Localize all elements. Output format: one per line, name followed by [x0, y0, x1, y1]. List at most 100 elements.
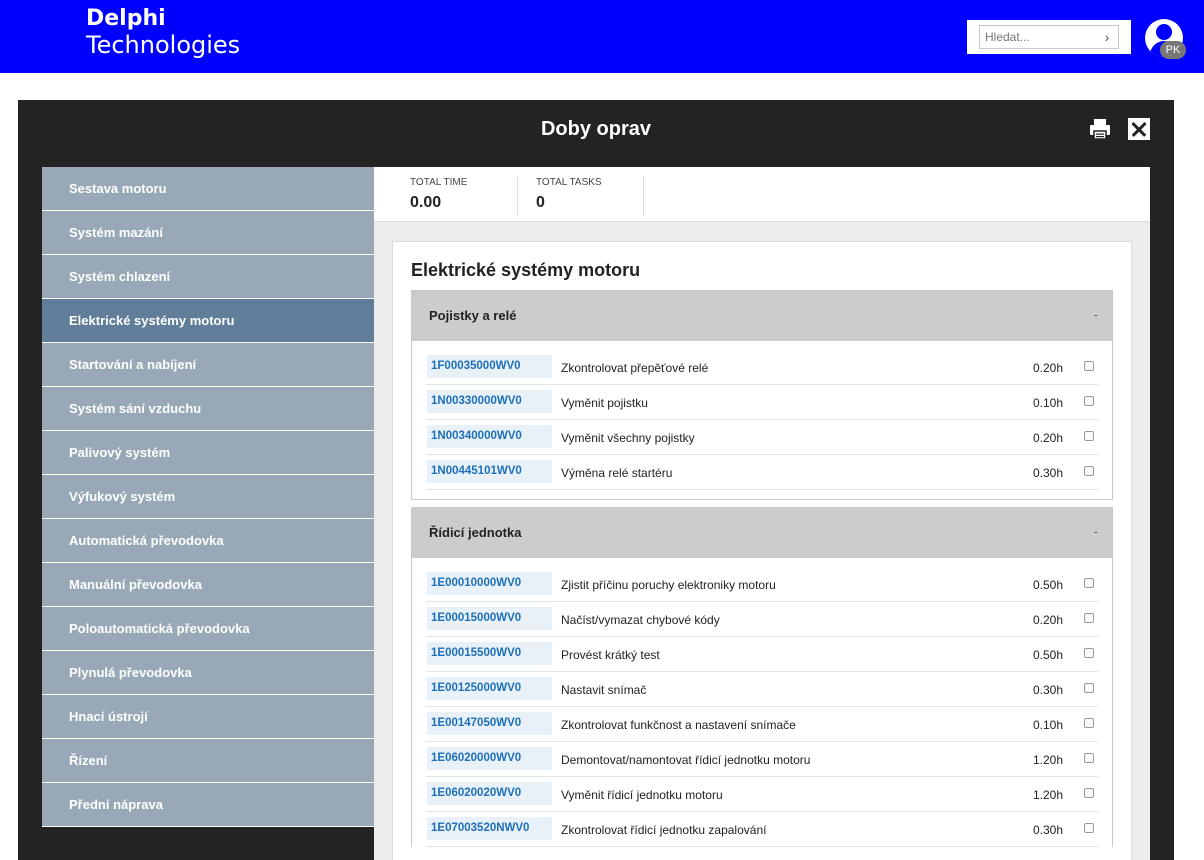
task-time: 0.20h: [1032, 613, 1063, 627]
task-checkbox[interactable]: [1084, 823, 1094, 833]
task-row: 1F00035000WV0 Zkontrolovat přepěťové rel…: [426, 350, 1098, 385]
task-row: 1E07003520NWV0 Zkontrolovat řídicí jedno…: [426, 812, 1098, 847]
sidebar-item-system-chlazeni[interactable]: Systém chlazení: [42, 255, 374, 299]
task-code[interactable]: 1N00340000WV0: [427, 425, 552, 448]
task-time: 1.20h: [1032, 788, 1063, 802]
printer-icon[interactable]: [1089, 118, 1111, 140]
logo-line1: Delphi: [86, 6, 166, 31]
task-description: Zkontrolovat funkčnost a nastavení sníma…: [561, 718, 796, 732]
task-description: Vyměnit řídicí jednotku motoru: [561, 788, 723, 802]
task-code[interactable]: 1E00015000WV0: [427, 607, 552, 630]
stat-divider: [643, 176, 644, 216]
task-row: 1E06020020WV0 Vyměnit řídicí jednotku mo…: [426, 777, 1098, 812]
task-row: 1N00445101WV0 Výměna relé startéru 0.30h: [426, 455, 1098, 490]
sidebar-item-vyfukovy-system[interactable]: Výfukový systém: [42, 475, 374, 519]
task-code[interactable]: 1E00125000WV0: [427, 677, 552, 700]
sidebar-item-system-mazani[interactable]: Systém mazání: [42, 211, 374, 255]
task-time: 0.20h: [1032, 431, 1063, 445]
task-code[interactable]: 1E06020020WV0: [427, 782, 552, 805]
task-time: 0.10h: [1032, 396, 1063, 410]
sidebar-item-sani-vzduchu[interactable]: Systém sání vzduchu: [42, 387, 374, 431]
sidebar-item-manualni-prevodovka[interactable]: Manuální převodovka: [42, 563, 374, 607]
task-row: 1E00147050WV0 Zkontrolovat funkčnost a n…: [426, 707, 1098, 742]
task-checkbox[interactable]: [1084, 431, 1094, 441]
task-description: Načíst/vymazat chybové kódy: [561, 613, 720, 627]
modal-title: Doby oprav: [540, 118, 652, 140]
group-header[interactable]: Řídicí jednotka -: [412, 508, 1112, 558]
section-panel: Elektrické systémy motoru Pojistky a rel…: [392, 241, 1132, 860]
sidebar-item-hnaci-ustroji[interactable]: Hnací ústrojí: [42, 695, 374, 739]
total-tasks-value: 0: [536, 194, 545, 211]
task-code[interactable]: 1E00015500WV0: [427, 642, 552, 665]
sidebar-item-elektricke-systemy[interactable]: Elektrické systémy motoru: [42, 299, 374, 343]
collapse-icon[interactable]: -: [1094, 524, 1098, 539]
total-tasks-label: TOTAL TASKS: [536, 177, 602, 188]
sidebar-item-predni-naprava[interactable]: Přední náprava: [42, 783, 374, 827]
task-checkbox[interactable]: [1084, 753, 1094, 763]
sidebar-item-automaticka-prevodovka[interactable]: Automatická převodovka: [42, 519, 374, 563]
task-description: Zkontrolovat přepěťové relé: [561, 361, 709, 375]
task-code[interactable]: 1N00445101WV0: [427, 460, 552, 483]
group-pojistky-a-rele: Pojistky a relé - 1F00035000WV0 Zkontrol…: [411, 290, 1113, 500]
task-time: 0.30h: [1032, 823, 1063, 837]
total-time-stat: TOTAL TIME 0.00: [410, 177, 467, 212]
task-checkbox[interactable]: [1084, 788, 1094, 798]
stat-divider: [517, 176, 518, 216]
group-header[interactable]: Pojistky a relé -: [412, 291, 1112, 341]
task-checkbox[interactable]: [1084, 683, 1094, 693]
total-time-label: TOTAL TIME: [410, 177, 468, 188]
task-time: 0.30h: [1032, 466, 1063, 480]
sidebar-item-rizeni[interactable]: Řízení: [42, 739, 374, 783]
task-code[interactable]: 1E00010000WV0: [427, 572, 552, 595]
sidebar-item-palivovy-system[interactable]: Palivový systém: [42, 431, 374, 475]
task-row: 1N00330000WV0 Vyměnit pojistku 0.10h: [426, 385, 1098, 420]
task-time: 1.20h: [1032, 753, 1063, 767]
close-icon[interactable]: [1128, 118, 1150, 140]
section-title: Elektrické systémy motoru: [411, 260, 641, 280]
task-description: Vyměnit pojistku: [561, 396, 648, 410]
sidebar-item-sestava-motoru[interactable]: Sestava motoru: [42, 167, 374, 211]
group-title: Pojistky a relé: [429, 308, 517, 323]
task-description: Výměna relé startéru: [561, 466, 673, 480]
task-checkbox[interactable]: [1084, 466, 1094, 476]
task-code[interactable]: 1E07003520NWV0: [427, 817, 552, 840]
search-container: ›: [967, 20, 1131, 54]
task-row: 1N00340000WV0 Vyměnit všechny pojistky 0…: [426, 420, 1098, 455]
task-row: 1E00015500WV0 Provést krátký test 0.50h: [426, 637, 1098, 672]
total-time-value: 0.00: [410, 194, 442, 211]
task-checkbox[interactable]: [1084, 648, 1094, 658]
search-input[interactable]: [980, 26, 1096, 48]
task-checkbox[interactable]: [1084, 361, 1094, 371]
sidebar-item-poloautomaticka-prevodovka[interactable]: Poloautomatická převodovka: [42, 607, 374, 651]
top-header: Delphi Technologies › PK: [0, 0, 1204, 73]
repair-times-modal: Doby oprav Sestava motoru Systém mazání …: [18, 100, 1174, 860]
task-checkbox[interactable]: [1084, 718, 1094, 728]
task-checkbox[interactable]: [1084, 578, 1094, 588]
task-time: 0.10h: [1032, 718, 1063, 732]
task-row: 1E06020000WV0 Demontovat/namontovat řídi…: [426, 742, 1098, 777]
category-sidebar: Sestava motoru Systém mazání Systém chla…: [42, 167, 374, 827]
search-box: ›: [979, 25, 1119, 49]
task-code[interactable]: 1E00147050WV0: [427, 712, 552, 735]
task-code[interactable]: 1E06020000WV0: [427, 747, 552, 770]
task-checkbox[interactable]: [1084, 396, 1094, 406]
task-code[interactable]: 1F00035000WV0: [427, 355, 552, 378]
task-row: 1E00015000WV0 Načíst/vymazat chybové kód…: [426, 602, 1098, 637]
totals-bar: TOTAL TIME 0.00 TOTAL TASKS 0: [374, 167, 1150, 222]
task-time: 0.20h: [1032, 361, 1063, 375]
chevron-right-icon[interactable]: ›: [1096, 29, 1118, 45]
task-code[interactable]: 1N00330000WV0: [427, 390, 552, 413]
sidebar-item-plynula-prevodovka[interactable]: Plynulá převodovka: [42, 651, 374, 695]
sidebar-item-startovani[interactable]: Startování a nabíjení: [42, 343, 374, 387]
task-description: Demontovat/namontovat řídicí jednotku mo…: [561, 753, 811, 767]
task-row: 1E00125000WV0 Nastavit snímač 0.30h: [426, 672, 1098, 707]
avatar-initials-badge[interactable]: PK: [1160, 41, 1186, 59]
collapse-icon[interactable]: -: [1094, 307, 1098, 322]
task-time: 0.50h: [1032, 578, 1063, 592]
task-description: Provést krátký test: [561, 648, 660, 662]
total-tasks-stat: TOTAL TASKS 0: [536, 177, 602, 212]
task-checkbox[interactable]: [1084, 613, 1094, 623]
task-description: Zjistit příčinu poruchy elektroniky moto…: [561, 578, 776, 592]
task-description: Zkontrolovat řídicí jednotku zapalování: [561, 823, 767, 837]
delphi-logo[interactable]: Delphi Technologies: [86, 6, 240, 58]
